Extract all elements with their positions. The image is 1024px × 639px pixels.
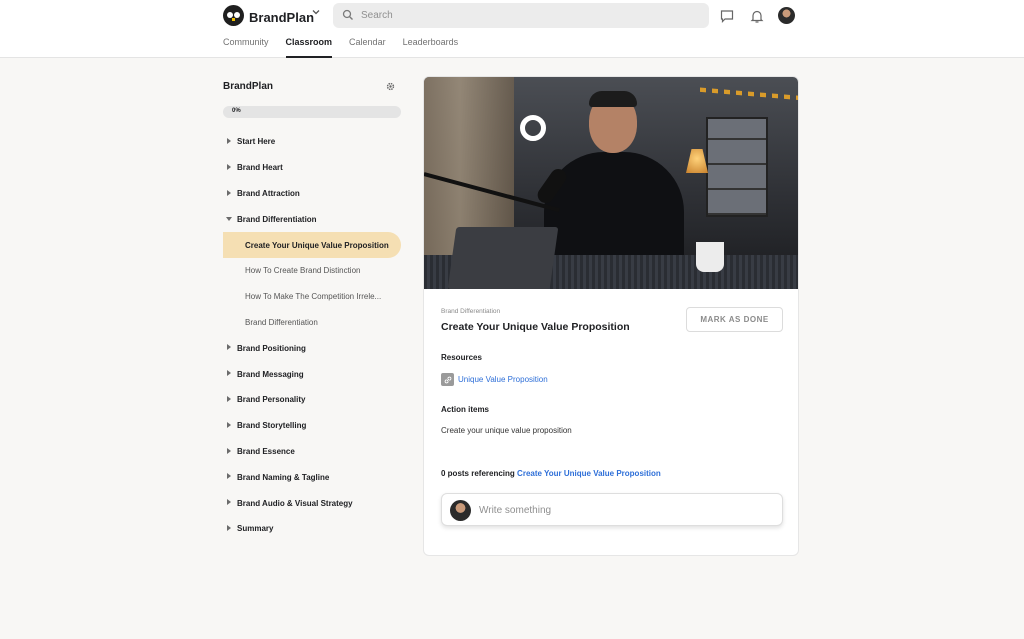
lesson-competition-irrelevant[interactable]: How To Make The Competition Irrele... bbox=[223, 284, 401, 310]
module-label: Brand Heart bbox=[237, 163, 283, 173]
module-label: Start Here bbox=[237, 137, 276, 147]
course-nav: Start Here Brand Heart Brand Attraction … bbox=[223, 129, 401, 542]
tab-community[interactable]: Community bbox=[223, 37, 269, 58]
module-brand-differentiation[interactable]: Brand Differentiation bbox=[223, 206, 401, 232]
module-brand-personality[interactable]: Brand Personality bbox=[223, 387, 401, 413]
action-item-text: Create your unique value proposition bbox=[441, 426, 572, 435]
lesson-brand-differentiation[interactable]: Brand Differentiation bbox=[223, 310, 401, 336]
module-label: Brand Naming & Tagline bbox=[237, 472, 330, 482]
mark-as-done-button[interactable]: MARK AS DONE bbox=[686, 307, 783, 332]
bell-icon[interactable] bbox=[749, 8, 765, 24]
module-brand-audio-visual[interactable]: Brand Audio & Visual Strategy bbox=[223, 490, 401, 516]
composer-avatar bbox=[450, 500, 471, 521]
tab-calendar[interactable]: Calendar bbox=[349, 37, 386, 58]
posts-lesson-link[interactable]: Create Your Unique Value Proposition bbox=[517, 469, 661, 478]
lesson-breadcrumb[interactable]: Brand Differentiation bbox=[441, 308, 500, 315]
module-summary[interactable]: Summary bbox=[223, 516, 401, 542]
caret-right-icon bbox=[227, 163, 231, 170]
caret-right-icon bbox=[227, 447, 231, 454]
module-brand-heart[interactable]: Brand Heart bbox=[223, 155, 401, 181]
progress-label: 0% bbox=[232, 108, 241, 114]
resource-link-label[interactable]: Unique Value Proposition bbox=[458, 375, 548, 384]
tab-classroom[interactable]: Classroom bbox=[285, 37, 332, 58]
lesson-create-uvp[interactable]: Create Your Unique Value Proposition bbox=[223, 232, 401, 258]
caret-down-icon bbox=[226, 217, 232, 222]
module-brand-messaging[interactable]: Brand Messaging bbox=[223, 361, 401, 387]
brand-name[interactable]: BrandPlan bbox=[249, 10, 314, 25]
module-start-here[interactable]: Start Here bbox=[223, 129, 401, 155]
posts-count-text: 0 posts referencing bbox=[441, 469, 515, 478]
resource-link[interactable]: Unique Value Proposition bbox=[441, 373, 548, 386]
module-label: Summary bbox=[237, 524, 274, 534]
caret-right-icon bbox=[227, 499, 231, 506]
search-icon bbox=[342, 9, 353, 20]
caret-right-icon bbox=[227, 138, 231, 144]
action-items-heading: Action items bbox=[441, 405, 490, 414]
write-something-input[interactable] bbox=[479, 502, 769, 519]
module-label: Brand Attraction bbox=[237, 188, 300, 198]
caret-right-icon bbox=[227, 395, 231, 402]
chevron-down-icon[interactable] bbox=[311, 7, 321, 20]
top-header: BrandPlan Community Classroom Calendar L… bbox=[0, 0, 1024, 58]
lesson-video bbox=[424, 77, 798, 289]
user-avatar[interactable] bbox=[778, 7, 795, 24]
post-composer[interactable] bbox=[441, 493, 783, 526]
module-brand-naming[interactable]: Brand Naming & Tagline bbox=[223, 464, 401, 490]
module-label: Brand Storytelling bbox=[237, 421, 307, 431]
posts-referencing: 0 posts referencing Create Your Unique V… bbox=[441, 469, 661, 478]
lesson-brand-distinction[interactable]: How To Create Brand Distinction bbox=[223, 258, 401, 284]
module-label: Brand Differentiation bbox=[237, 214, 317, 224]
caret-right-icon bbox=[227, 344, 231, 351]
search-input[interactable] bbox=[361, 7, 691, 24]
main-tabs: Community Classroom Calendar Leaderboard… bbox=[223, 37, 475, 59]
course-progress-bar: 0% bbox=[223, 106, 401, 118]
caret-right-icon bbox=[227, 370, 231, 377]
brand-logo-icon[interactable] bbox=[223, 5, 244, 26]
module-brand-essence[interactable]: Brand Essence bbox=[223, 439, 401, 465]
gear-icon[interactable] bbox=[385, 81, 396, 92]
lesson-title: Create Your Unique Value Proposition bbox=[441, 321, 630, 333]
module-label: Brand Messaging bbox=[237, 369, 304, 379]
resources-heading: Resources bbox=[441, 353, 482, 362]
chat-icon[interactable] bbox=[719, 8, 735, 24]
module-label: Brand Personality bbox=[237, 395, 306, 405]
lesson-card: Brand Differentiation Create Your Unique… bbox=[423, 76, 799, 556]
module-brand-storytelling[interactable]: Brand Storytelling bbox=[223, 413, 401, 439]
video-player[interactable] bbox=[424, 77, 798, 289]
tab-leaderboards[interactable]: Leaderboards bbox=[403, 37, 459, 58]
module-label: Brand Essence bbox=[237, 446, 295, 456]
module-label: Brand Audio & Visual Strategy bbox=[237, 498, 353, 508]
link-icon bbox=[441, 373, 454, 386]
module-label: Brand Positioning bbox=[237, 343, 306, 353]
caret-right-icon bbox=[227, 473, 231, 480]
search-bar[interactable] bbox=[333, 3, 709, 28]
module-brand-positioning[interactable]: Brand Positioning bbox=[223, 335, 401, 361]
caret-right-icon bbox=[227, 421, 231, 428]
module-brand-attraction[interactable]: Brand Attraction bbox=[223, 181, 401, 207]
caret-right-icon bbox=[227, 524, 231, 531]
caret-right-icon bbox=[227, 189, 231, 196]
course-title: BrandPlan bbox=[223, 81, 274, 92]
